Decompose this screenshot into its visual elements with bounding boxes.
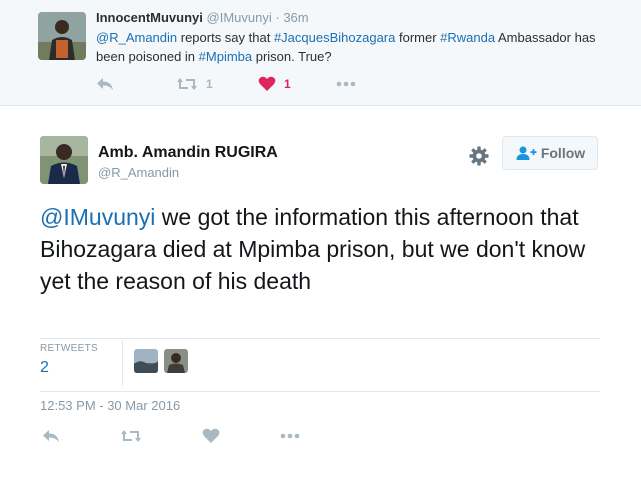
- hashtag-link-rwanda[interactable]: #Rwanda: [440, 30, 495, 45]
- parent-text-part: prison. True?: [252, 49, 332, 64]
- parent-like-button[interactable]: 1: [258, 76, 291, 92]
- hashtag-link-jacquesbihozagara[interactable]: #JacquesBihozagara: [274, 30, 395, 45]
- reply-icon: [43, 430, 59, 442]
- follow-person-icon: [516, 146, 537, 160]
- parent-author-name[interactable]: InnocentMuvunyi: [96, 10, 203, 25]
- hashtag-link-mpimba[interactable]: #Mpimba: [199, 49, 252, 64]
- main-like-button[interactable]: [202, 428, 220, 444]
- heart-icon: [202, 428, 220, 443]
- main-author-name[interactable]: Amb. Amandin RUGIRA: [98, 144, 278, 162]
- stats-separator: [122, 340, 123, 386]
- main-tweet-text: @IMuvunyi we got the information this af…: [40, 201, 615, 297]
- main-mention-link[interactable]: @IMuvunyi: [40, 204, 155, 230]
- main-author-handle[interactable]: @R_Amandin: [98, 165, 179, 180]
- retweets-count[interactable]: 2: [40, 359, 49, 377]
- parent-more-button[interactable]: [336, 76, 356, 92]
- stats-divider-bottom: [40, 391, 600, 392]
- retweet-icon: [177, 78, 197, 90]
- gear-icon[interactable]: [469, 146, 489, 166]
- parent-header: InnocentMuvunyi @IMuvunyi · 36m: [96, 10, 309, 25]
- retweets-label: RETWEETS: [40, 343, 98, 354]
- retweeter-avatar[interactable]: [134, 349, 158, 373]
- parent-separator: ·: [275, 10, 280, 25]
- parent-text-part: reports say that: [177, 30, 274, 45]
- follow-button[interactable]: Follow: [502, 136, 598, 170]
- more-icon: [336, 81, 356, 87]
- reply-icon: [97, 78, 113, 90]
- parent-retweet-count: 1: [206, 77, 213, 91]
- parent-tweet[interactable]: InnocentMuvunyi @IMuvunyi · 36m @R_Amand…: [0, 0, 641, 106]
- heart-icon: [258, 76, 276, 91]
- retweeter-avatar[interactable]: [164, 349, 188, 373]
- main-tweet: Amb. Amandin RUGIRA @R_Amandin Follow @I…: [0, 106, 641, 480]
- parent-retweet-button[interactable]: 1: [176, 76, 213, 92]
- parent-like-count: 1: [284, 77, 291, 91]
- main-avatar[interactable]: [40, 136, 88, 184]
- main-reply-button[interactable]: [42, 428, 60, 444]
- parent-author-handle[interactable]: @IMuvunyi: [207, 10, 272, 25]
- main-retweet-button[interactable]: [120, 428, 142, 444]
- parent-mention-link[interactable]: @R_Amandin: [96, 30, 177, 45]
- follow-button-label: Follow: [540, 145, 586, 161]
- parent-reply-button[interactable]: [96, 76, 114, 92]
- stats-divider-top: [40, 338, 600, 339]
- main-more-button[interactable]: [280, 428, 300, 444]
- parent-avatar[interactable]: [38, 12, 86, 60]
- tweet-timestamp[interactable]: 12:53 PM - 30 Mar 2016: [40, 398, 180, 413]
- parent-time[interactable]: 36m: [283, 10, 308, 25]
- parent-tweet-text: @R_Amandin reports say that #JacquesBiho…: [96, 28, 616, 66]
- parent-text-part: former: [395, 30, 441, 45]
- more-icon: [280, 433, 300, 439]
- retweet-icon: [121, 430, 141, 442]
